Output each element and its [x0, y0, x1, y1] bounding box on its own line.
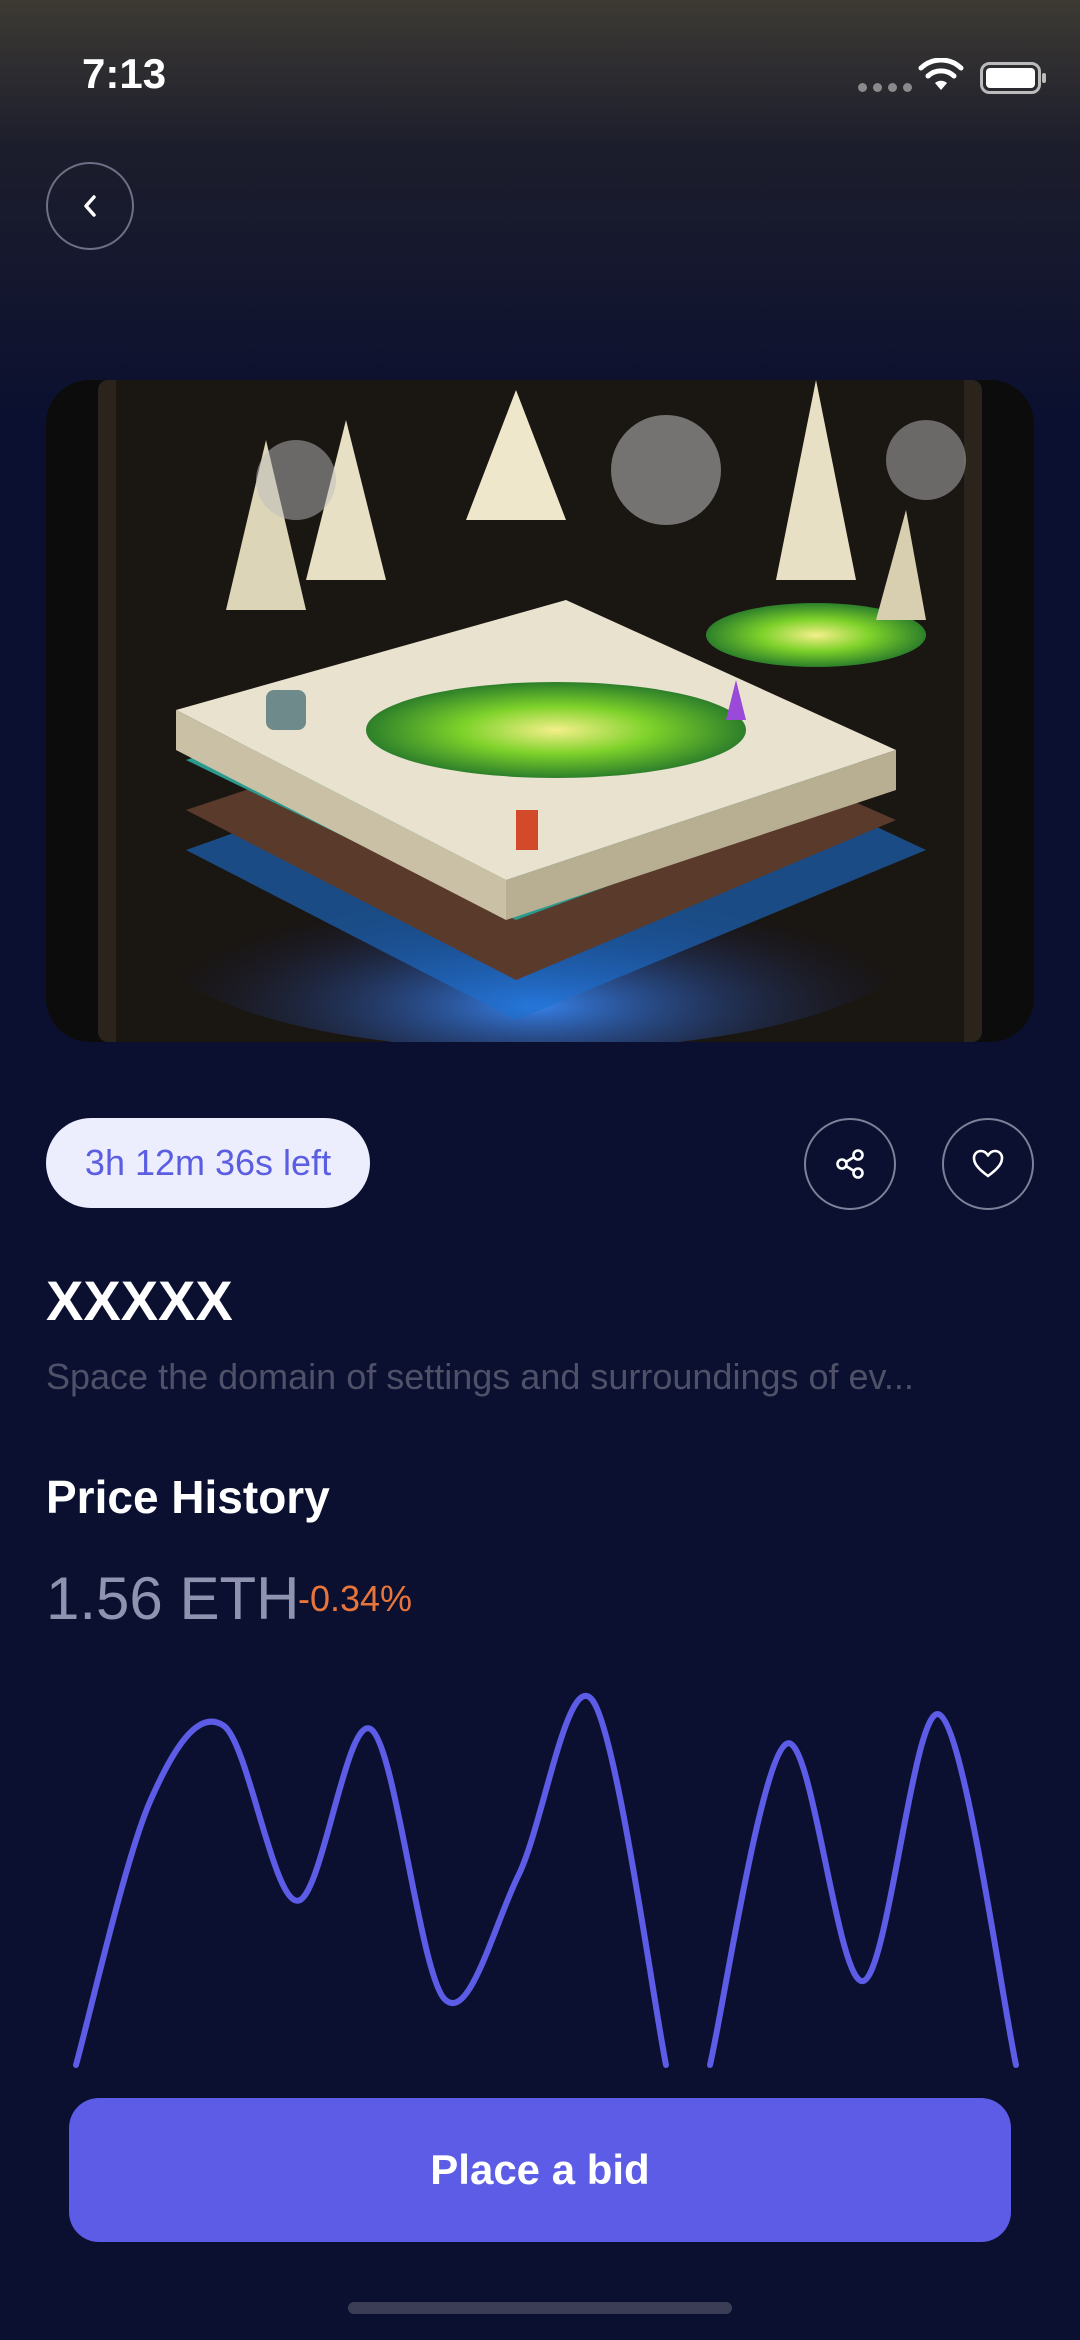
signal-icon	[858, 83, 912, 92]
place-bid-button[interactable]: Place a bid	[69, 2098, 1011, 2242]
battery-icon	[980, 62, 1046, 94]
price-line-series-1	[73, 1693, 669, 2068]
item-title: XXXXX	[46, 1269, 233, 1332]
wifi-icon	[918, 58, 964, 90]
share-icon	[836, 1149, 864, 1179]
price-history-chart	[73, 1693, 1019, 2068]
price-change: -0.34%	[298, 1578, 413, 1619]
status-time: 7:13	[82, 50, 167, 97]
artwork-image	[46, 380, 1034, 1042]
price-line-series-2	[707, 1711, 1019, 2068]
item-description: Space the domain of settings and surroun…	[46, 1356, 914, 1397]
like-button[interactable]	[942, 1118, 1034, 1210]
price-history-heading: Price History	[46, 1471, 330, 1523]
time-left-badge: 3h 12m 36s left	[46, 1118, 370, 1208]
home-indicator	[348, 2302, 732, 2314]
chevron-left-icon	[84, 195, 96, 217]
share-button[interactable]	[804, 1118, 896, 1210]
current-price: 1.56 ETH	[46, 1565, 300, 1632]
back-button[interactable]	[46, 162, 134, 250]
heart-icon	[972, 1149, 1004, 1178]
